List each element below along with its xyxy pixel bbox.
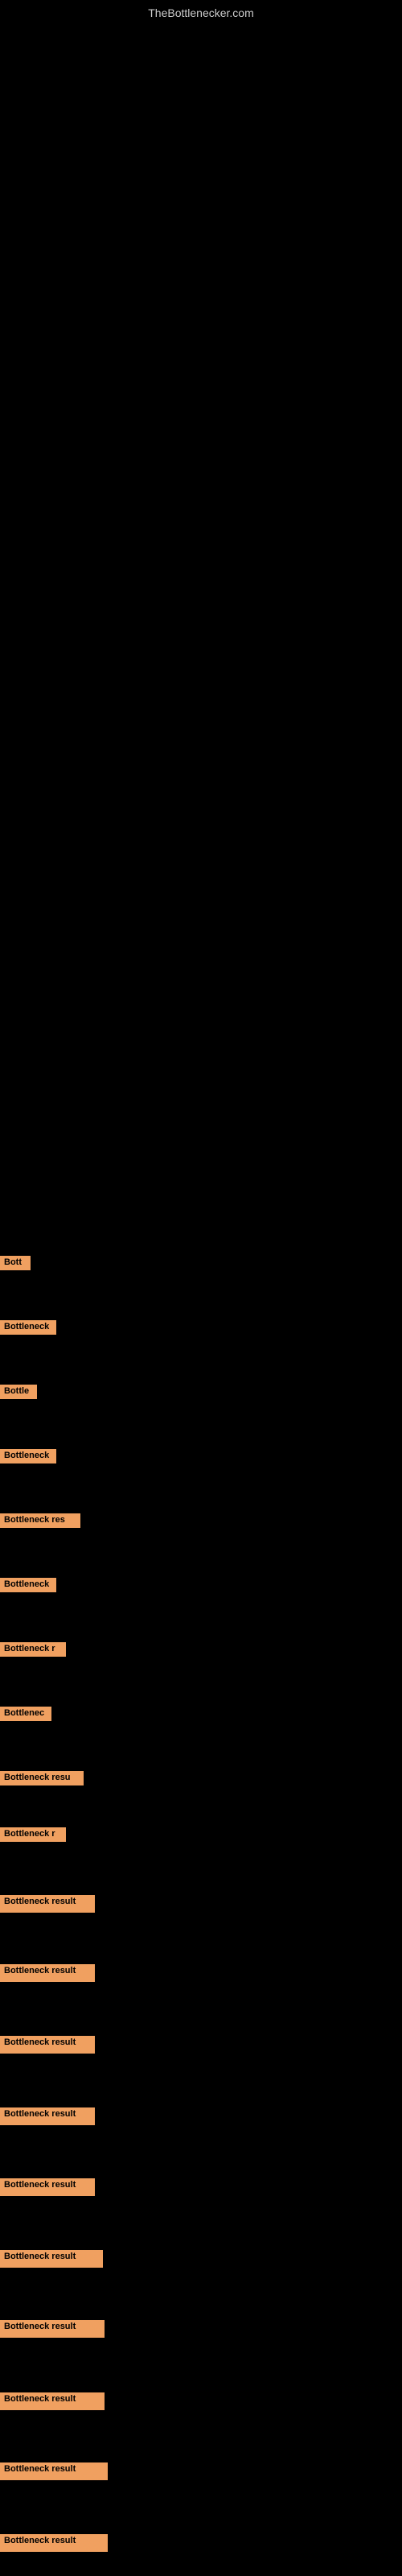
bottleneck-result-item[interactable]: Bottlenec [0, 1707, 51, 1721]
bottleneck-result-item[interactable]: Bottleneck [0, 1449, 56, 1463]
bottleneck-result-item[interactable]: Bottleneck [0, 1578, 56, 1592]
bottleneck-result-item[interactable]: Bottleneck result [0, 2178, 95, 2196]
bottleneck-result-item[interactable]: Bottleneck result [0, 2036, 95, 2054]
bottleneck-result-item[interactable]: Bottleneck result [0, 1895, 95, 1913]
bottleneck-result-item[interactable]: Bott [0, 1256, 31, 1270]
bottleneck-result-item[interactable]: Bottleneck r [0, 1642, 66, 1657]
bottleneck-result-item[interactable]: Bottleneck result [0, 2107, 95, 2125]
bottleneck-result-item[interactable]: Bottleneck result [0, 2392, 105, 2410]
bottleneck-result-item[interactable]: Bottleneck result [0, 1964, 95, 1982]
bottleneck-result-item[interactable]: Bottleneck result [0, 2462, 108, 2480]
bottleneck-result-item[interactable]: Bottleneck r [0, 1827, 66, 1842]
bottleneck-result-item[interactable]: Bottleneck resu [0, 1771, 84, 1785]
bottleneck-result-item[interactable]: Bottleneck result [0, 2250, 103, 2268]
bottleneck-result-item[interactable]: Bottleneck result [0, 2320, 105, 2338]
site-title: TheBottlenecker.com [148, 6, 254, 19]
bottleneck-result-item[interactable]: Bottle [0, 1385, 37, 1399]
bottleneck-result-item[interactable]: Bottleneck result [0, 2534, 108, 2552]
bottleneck-result-item[interactable]: Bottleneck res [0, 1513, 80, 1528]
bottleneck-result-item[interactable]: Bottleneck [0, 1320, 56, 1335]
